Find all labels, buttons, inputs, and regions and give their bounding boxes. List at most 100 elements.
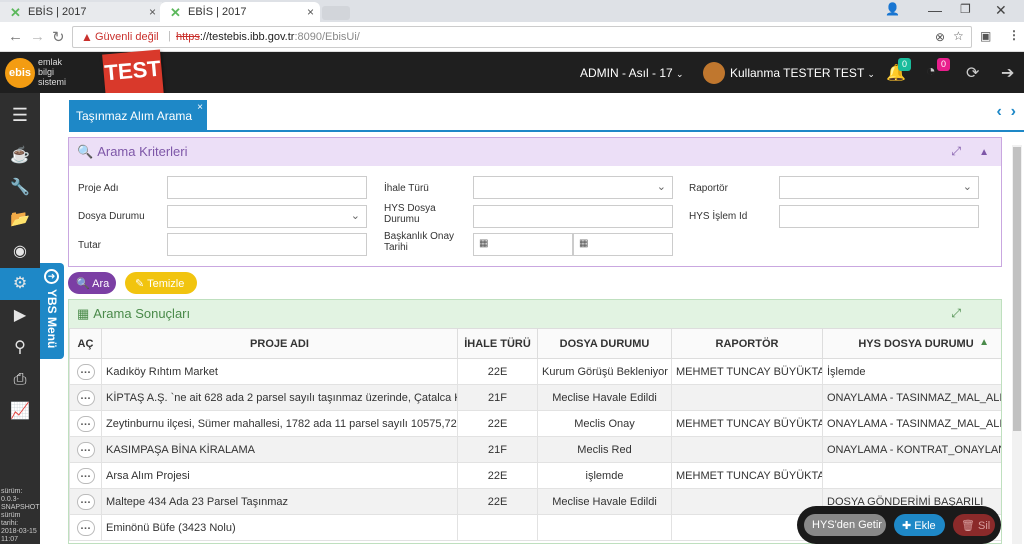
row-menu-button[interactable]: … (76, 363, 95, 380)
hys-cell: İşlemde (822, 358, 1001, 385)
row-menu-button[interactable]: … (76, 389, 95, 406)
browser-tab-1[interactable]: ✕ EBİS | 2017 × (0, 2, 162, 22)
print-icon[interactable]: ⎙ (0, 364, 40, 396)
raportor-select[interactable]: ⌄ (779, 176, 979, 199)
chevron-down-icon: ⌄ (656, 181, 666, 193)
dosya-durumu-cell: Meclis Red (537, 436, 672, 463)
folder-icon[interactable]: 📂 (0, 204, 40, 236)
date-to-input[interactable]: ▦ (573, 233, 673, 256)
site-settings-icon[interactable]: ⊗ (935, 30, 945, 44)
chevron-left-icon[interactable]: ‹ (996, 103, 1001, 120)
hys-cell: ONAYLAMA - KONTRAT_ONAYLANDI (822, 436, 1001, 463)
refresh-icon[interactable]: ⟳ (966, 63, 979, 83)
hamburger-menu-icon[interactable]: ☰ (0, 99, 40, 131)
back-icon[interactable]: ← (8, 28, 23, 45)
close-icon[interactable]: × (197, 102, 203, 113)
tutar-input[interactable] (167, 233, 367, 256)
dosya-durumu-cell: işlemde (537, 462, 672, 489)
proje-adi-input[interactable] (167, 176, 367, 199)
maximize-button[interactable]: ❐ (960, 2, 971, 16)
ihale-turu-cell: 22E (457, 462, 538, 489)
row-menu-button[interactable]: … (76, 519, 95, 536)
close-tab-icon[interactable]: × (307, 5, 314, 19)
search-criteria-panel: 🔍 Arama Kriterleri ⤢ ▲ Proje Adı Dosya Du… (68, 137, 1002, 267)
table-row[interactable]: … KASIMPAŞA BİNA KİRALAMA 21F Meclis Red… (69, 436, 1001, 463)
chrome-menu-icon[interactable]: ⋮ (1008, 28, 1020, 42)
column-header[interactable]: RAPORTÖR (671, 328, 823, 359)
ybs-menu-toggle[interactable]: ➜ YBS Menü (40, 263, 64, 359)
collapse-icon[interactable]: ▲ (979, 337, 989, 348)
hys-getir-button[interactable]: HYS'den Getir (804, 514, 886, 536)
column-header[interactable]: DOSYA DURUMU (537, 328, 672, 359)
timer-icon[interactable]: ◔ (926, 63, 936, 81)
coffee-icon[interactable]: ☕ (0, 140, 40, 172)
notification-badge: 0 (898, 58, 911, 71)
role-selector[interactable]: ADMIN - Asıl - 17 ⌄ (580, 66, 684, 80)
expand-icon[interactable]: ⤢ (951, 144, 961, 159)
new-tab-button[interactable] (322, 6, 350, 20)
profile-icon[interactable]: 👤 (885, 2, 900, 16)
tutar-label: Tutar (78, 240, 101, 251)
expand-icon[interactable]: ⤢ (951, 306, 961, 321)
extension-icon[interactable]: ▣ (980, 29, 991, 43)
table-row[interactable]: … Zeytinburnu ilçesi, Sümer mahallesi, 1… (69, 410, 1001, 437)
table-row[interactable]: … Kadıköy Rıhtım Market 22E Kurum Görüşü… (69, 358, 1001, 385)
logout-icon[interactable]: ➔ (1001, 63, 1014, 83)
raportor-cell: MEHMET TUNCAY BÜYÜKTAŞ (671, 358, 823, 385)
dosya-durumu-select[interactable]: ⌄ (167, 205, 367, 228)
chevron-down-icon: ⌄ (676, 69, 684, 79)
tab-nav-arrows: ‹ › (996, 103, 1016, 121)
hys-dosya-durumu-input[interactable] (473, 205, 673, 228)
user-menu[interactable]: Kullanma TESTER TEST ⌄ (730, 66, 875, 80)
chevron-right-icon[interactable]: › (1011, 103, 1016, 120)
bookmark-star-icon[interactable]: ☆ (953, 29, 964, 43)
ebis-logo[interactable]: ebis (5, 58, 35, 88)
version-info: sürüm: 0.0.3- SNAPSHOT sürüm tarihi: 2018-0… (1, 488, 40, 543)
url-input[interactable]: ▲ Güvenli değil | https://testebis.ibb.g… (72, 26, 972, 48)
sidebar: ☰ ☕ 🔧 📂 ◉ ⚙ ▶ ⚲ ⎙ 📈 sürüm: 0.0.3- SNAPSHOT… (0, 93, 40, 544)
add-button[interactable]: ✚ Ekle (894, 514, 945, 536)
clear-button[interactable]: ✎ Temizle (125, 272, 197, 294)
date-from-input[interactable]: ▦ (473, 233, 573, 256)
row-menu-button[interactable]: … (76, 467, 95, 484)
table-row[interactable]: … KİPTAŞ A.Ş. `ne ait 628 ada 2 parsel s… (69, 384, 1001, 411)
hys-islem-id-input[interactable] (779, 205, 979, 228)
globe-icon[interactable]: ◉ (0, 236, 40, 268)
reload-icon[interactable]: ↻ (52, 28, 65, 46)
browser-tab-strip: ✕ EBİS | 2017 × ✕ EBİS | 2017 × 👤 — ❐ ✕ (0, 0, 1024, 22)
table-row[interactable]: … Arsa Alım Projesi 22E işlemde MEHMET T… (69, 462, 1001, 489)
warning-icon: ▲ (81, 30, 93, 44)
search-icon[interactable]: ⚲ (0, 332, 40, 364)
tab-tasinmaz-alim-arama[interactable]: Taşınmaz Alım Arama × (69, 100, 207, 130)
delete-button[interactable]: 🗑 Sil (953, 514, 995, 536)
minimize-button[interactable]: — (928, 2, 942, 18)
browser-tab-2[interactable]: ✕ EBİS | 2017 × (160, 2, 320, 22)
scrollbar[interactable] (1012, 145, 1022, 544)
search-button[interactable]: 🔍 Ara (68, 272, 116, 294)
row-menu-button[interactable]: … (76, 415, 95, 432)
forward-icon[interactable]: → (30, 28, 45, 45)
wrench-icon[interactable]: 🔧 (0, 172, 40, 204)
plus-icon: ✚ (902, 520, 912, 532)
close-window-button[interactable]: ✕ (995, 2, 1007, 19)
results-title: Arama Sonuçları (93, 306, 191, 321)
column-header[interactable]: İHALE TÜRÜ (457, 328, 538, 359)
calendar-icon: ▦ (479, 238, 489, 249)
close-tab-icon[interactable]: × (149, 5, 156, 19)
column-header[interactable]: HYS DOSYA DURUMU (822, 328, 1001, 359)
row-menu-button[interactable]: … (76, 441, 95, 458)
row-menu-button[interactable]: … (76, 493, 95, 510)
collapse-icon[interactable]: ▲ (979, 147, 989, 158)
ihale-turu-label: İhale Türü (384, 183, 429, 194)
column-header[interactable]: PROJE ADI (101, 328, 458, 359)
raportor-cell (671, 488, 823, 515)
ybs-menu-label: YBS Menü (45, 289, 59, 349)
ihale-turu-select[interactable]: ⌄ (473, 176, 673, 199)
column-header[interactable]: AÇ (69, 328, 102, 359)
table-icon: ▦ (77, 306, 90, 321)
gear-icon[interactable]: ⚙ (0, 268, 40, 300)
chart-icon[interactable]: 📈 (0, 396, 40, 428)
ihale-turu-cell: 21F (457, 436, 538, 463)
play-icon[interactable]: ▶ (0, 300, 40, 332)
proje-adi-cell: Maltepe 434 Ada 23 Parsel Taşınmaz (101, 488, 458, 515)
